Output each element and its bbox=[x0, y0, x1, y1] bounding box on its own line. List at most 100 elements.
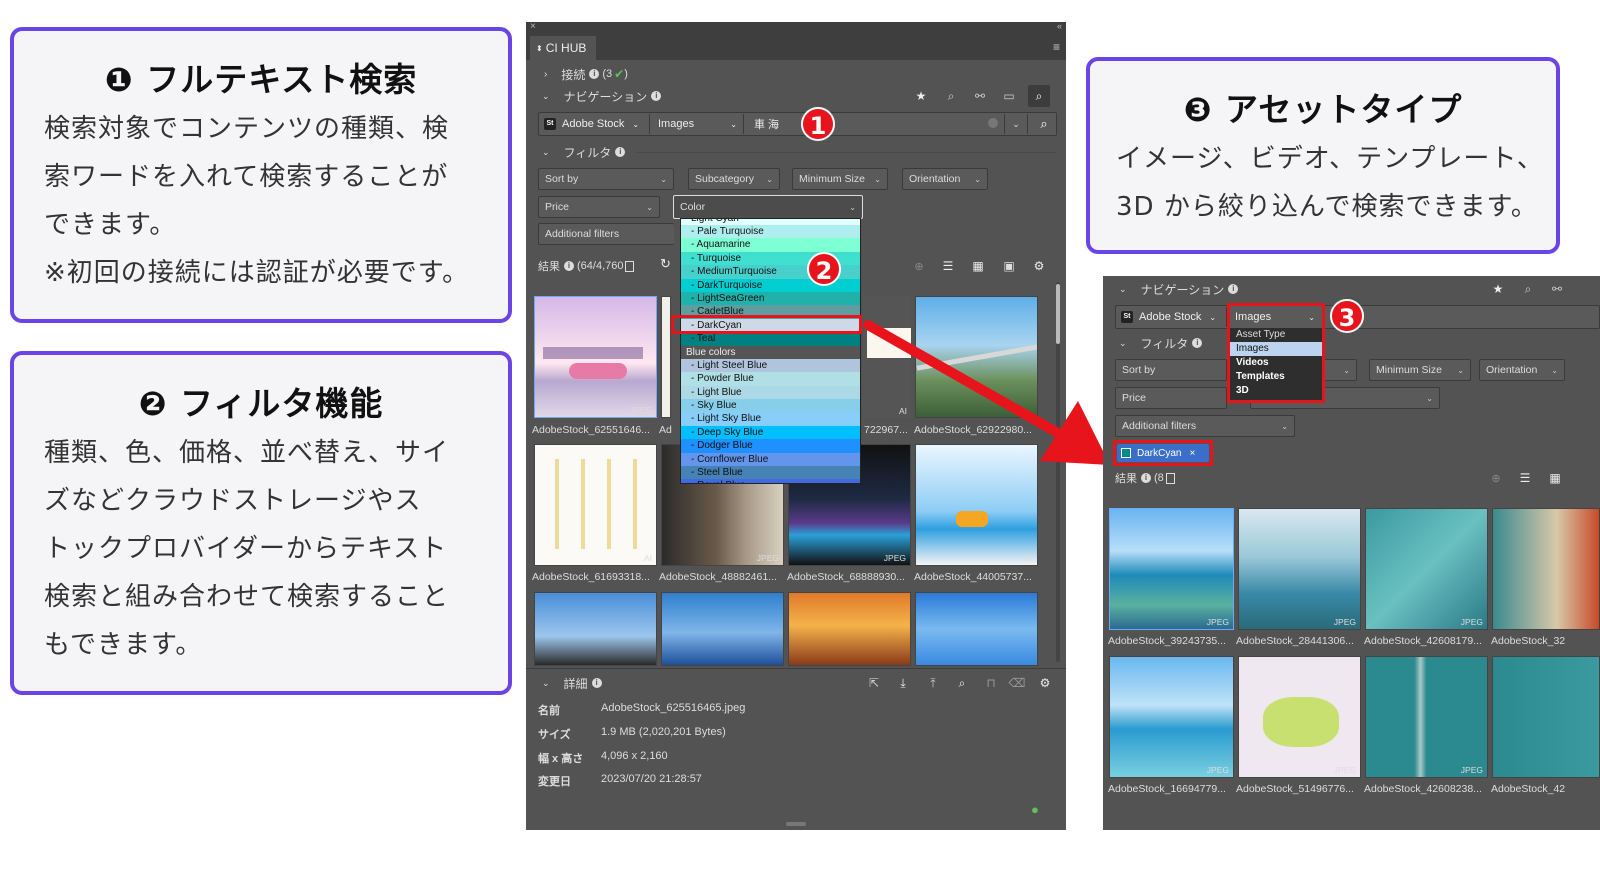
color-option[interactable]: - Light Steel Blue bbox=[681, 358, 860, 373]
thumbnail[interactable]: JPEG bbox=[534, 296, 657, 418]
chevron-down-icon: ⌄ bbox=[1457, 365, 1464, 375]
color-option[interactable]: - Royal Blue bbox=[681, 479, 860, 483]
color-dropdown[interactable]: Color ⌄ bbox=[673, 195, 863, 219]
color-option[interactable]: - Aquamarine bbox=[681, 238, 860, 252]
expand-icon[interactable]: ⊕ bbox=[908, 255, 930, 277]
thumbnail[interactable]: AI bbox=[534, 444, 657, 566]
thumbnail[interactable] bbox=[661, 592, 784, 666]
color-option[interactable]: - Deep Sky Blue bbox=[681, 425, 860, 440]
thumbnail[interactable]: JPEG bbox=[1238, 508, 1361, 630]
refresh-icon[interactable]: ↻ bbox=[660, 256, 671, 272]
additional-filters-dropdown[interactable]: Additional filters bbox=[538, 223, 674, 245]
chevron-down-icon: ⌄ bbox=[1551, 365, 1558, 375]
close-icon[interactable]: × bbox=[530, 22, 536, 32]
open-external-icon[interactable]: ⇱ bbox=[863, 672, 885, 694]
color-option[interactable]: - Cornflower Blue bbox=[681, 452, 860, 467]
thumbnail[interactable] bbox=[534, 592, 657, 666]
color-option[interactable]: - Pale Turquoise bbox=[681, 225, 860, 239]
list-view-icon[interactable]: ☰ bbox=[937, 255, 959, 277]
price-dropdown[interactable]: Price ⌄ bbox=[538, 196, 660, 218]
user-icon[interactable]: ● bbox=[1031, 802, 1039, 817]
highlight-darkcyan bbox=[671, 315, 862, 334]
highlight-asset-type bbox=[1227, 303, 1325, 403]
thumbnail-caption: AdobeStock_48882461... bbox=[659, 571, 777, 583]
navigation-section[interactable]: ⌄ ナビゲーション i bbox=[1119, 281, 1239, 297]
search-input[interactable]: 車 海 bbox=[750, 114, 1000, 134]
sort-by-dropdown[interactable]: Sort by ⌄ bbox=[538, 168, 674, 190]
thumbnail[interactable] bbox=[788, 592, 911, 666]
thumbnail[interactable]: JPEG bbox=[1109, 656, 1234, 778]
color-option[interactable]: - Powder Blue bbox=[681, 372, 860, 386]
grid-view-icon[interactable]: ▦ bbox=[967, 255, 989, 277]
search-icon[interactable]: ⌕ bbox=[1028, 85, 1050, 107]
tab-ci-hub[interactable]: ⬍ CI HUB bbox=[530, 36, 596, 60]
thumbnail[interactable]: JPEG bbox=[1109, 508, 1234, 630]
minimum-size-label: Minimum Size bbox=[799, 173, 865, 185]
connection-section[interactable]: › 接続 i (3 ✔) bbox=[544, 66, 628, 82]
price-dropdown[interactable]: Price bbox=[1115, 387, 1227, 409]
upload-icon[interactable]: ⤒ bbox=[922, 672, 944, 694]
zoom-icon[interactable]: ⌕ bbox=[1517, 278, 1539, 300]
callout-line: 検索対象でコンテンツの種類、検 bbox=[44, 114, 450, 144]
card-view-icon[interactable]: ▣ bbox=[998, 255, 1020, 277]
color-option[interactable]: - Dodger Blue bbox=[681, 439, 860, 453]
subcategory-dropdown[interactable]: Subcategory ⌄ bbox=[688, 168, 780, 190]
filter-section[interactable]: ⌄ フィルタ i bbox=[1119, 335, 1203, 351]
thumbnail-caption: AdobeStock_42608179... bbox=[1364, 635, 1482, 647]
color-option[interactable]: - Teal bbox=[681, 332, 860, 346]
info-icon: i bbox=[615, 147, 626, 157]
thumbnail[interactable]: JPEG bbox=[1365, 508, 1488, 630]
minimum-size-dropdown[interactable]: Minimum Size ⌄ bbox=[1369, 359, 1471, 381]
collapse-icon[interactable]: « bbox=[1057, 22, 1062, 31]
color-option[interactable]: - Light Blue bbox=[681, 385, 860, 400]
minimum-size-dropdown[interactable]: Minimum Size ⌄ bbox=[792, 168, 888, 190]
thumbnail[interactable] bbox=[1492, 508, 1600, 630]
orientation-dropdown[interactable]: Orientation ⌄ bbox=[1479, 359, 1565, 381]
asset-type-dropdown[interactable]: Images ⌄ bbox=[654, 114, 744, 134]
thumbnail[interactable]: JPEG bbox=[1238, 656, 1361, 778]
color-option[interactable]: - LightSeaGreen bbox=[681, 291, 860, 306]
star-icon[interactable]: ★ bbox=[1487, 278, 1509, 300]
thumbnail[interactable] bbox=[661, 296, 671, 418]
callout-title: ❷ フィルタ機能 bbox=[138, 384, 384, 423]
filter-section[interactable]: ⌄ フィルタ i bbox=[542, 144, 626, 160]
detail-value: 2023/07/20 21:28:57 bbox=[601, 773, 702, 785]
grid-view-icon[interactable]: ▦ bbox=[1544, 467, 1566, 489]
chevron-down-icon: ⌄ bbox=[1281, 421, 1288, 431]
orientation-dropdown[interactable]: Orientation ⌄ bbox=[902, 168, 988, 190]
list-view-icon[interactable]: ☰ bbox=[1514, 467, 1536, 489]
link-icon[interactable]: ⚯ bbox=[1546, 278, 1568, 300]
trash-icon[interactable]: ⌫ bbox=[1006, 672, 1028, 694]
chevron-down-icon[interactable]: ⌄ bbox=[1004, 114, 1028, 134]
gear-icon[interactable]: ⚙ bbox=[1028, 255, 1050, 277]
provider-dropdown[interactable]: St Adobe Stock ⌄ bbox=[540, 114, 650, 134]
lock-icon[interactable]: ⊓ bbox=[980, 672, 1002, 694]
additional-filters-dropdown[interactable]: Additional filters ⌄ bbox=[1115, 415, 1295, 437]
star-icon[interactable]: ★ bbox=[910, 85, 932, 107]
thumbnail[interactable] bbox=[1492, 656, 1600, 778]
badge-2: 2 bbox=[807, 252, 841, 286]
panel-menu-icon[interactable]: ≡ bbox=[1053, 40, 1060, 54]
color-option[interactable]: - Sky Blue bbox=[681, 399, 860, 413]
zoom-icon[interactable]: ⌕ bbox=[951, 672, 973, 694]
download-icon[interactable]: ⤓ bbox=[892, 672, 914, 694]
resize-handle[interactable] bbox=[786, 822, 806, 826]
folder-icon[interactable]: ▭ bbox=[998, 85, 1020, 107]
clear-info-icon[interactable] bbox=[988, 118, 998, 128]
detail-section[interactable]: ⌄ 詳細 i bbox=[542, 675, 602, 691]
thumbnail[interactable]: JPEG bbox=[1365, 656, 1488, 778]
expand-icon[interactable]: ⊕ bbox=[1485, 467, 1507, 489]
navigation-section[interactable]: ⌄ ナビゲーション i bbox=[542, 88, 662, 104]
gear-icon[interactable]: ⚙ bbox=[1034, 672, 1056, 694]
adobe-stock-icon: St bbox=[1121, 311, 1133, 323]
color-option[interactable]: - Light Sky Blue bbox=[681, 412, 860, 426]
sort-by-dropdown[interactable]: Sort by bbox=[1115, 359, 1227, 381]
provider-dropdown[interactable]: St Adobe Stock ⌄ bbox=[1117, 307, 1227, 327]
zoom-icon[interactable]: ⌕ bbox=[940, 85, 962, 107]
color-option[interactable]: - Steel Blue bbox=[681, 466, 860, 480]
search-icon[interactable]: ⌕ bbox=[1032, 114, 1056, 134]
link-icon[interactable]: ⚯ bbox=[969, 85, 991, 107]
thumbnail[interactable] bbox=[915, 592, 1038, 666]
additional-filters-label: Additional filters bbox=[1122, 420, 1197, 432]
thumbnail-caption: AdobeStock_62551646... bbox=[532, 424, 650, 436]
